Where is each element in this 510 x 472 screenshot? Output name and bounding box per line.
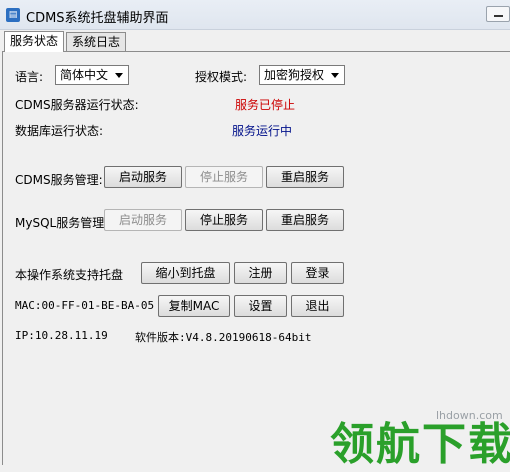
chevron-down-icon	[331, 73, 339, 78]
service-status-panel	[2, 51, 510, 465]
watermark-url: lhdown.com	[436, 409, 503, 422]
auth-mode-label: 授权模式:	[195, 70, 248, 84]
db-status-value: 服务运行中	[232, 124, 293, 138]
title-bar: ▤ CDMS系统托盘辅助界面	[0, 0, 510, 30]
language-select[interactable]: 简体中文	[55, 65, 129, 85]
tab-service-status[interactable]: 服务状态	[4, 31, 65, 52]
language-select-value: 简体中文	[60, 68, 109, 82]
chevron-down-icon	[115, 73, 123, 78]
app-icon: ▤	[6, 8, 20, 22]
mysql-restart-button[interactable]: 重启服务	[266, 209, 344, 231]
register-button[interactable]: 注册	[234, 262, 287, 284]
db-status-label: 数据库运行状态:	[15, 124, 104, 138]
ip-address-text: IP:10.28.11.19	[15, 329, 108, 342]
cdms-restart-button[interactable]: 重启服务	[266, 166, 344, 188]
exit-button[interactable]: 退出	[291, 295, 344, 317]
window-title: CDMS系统托盘辅助界面	[26, 11, 169, 26]
minimize-to-tray-button[interactable]: 缩小到托盘	[141, 262, 230, 284]
mac-address-text: MAC:00-FF-01-BE-BA-05	[15, 299, 155, 312]
settings-button[interactable]: 设置	[234, 295, 287, 317]
mysql-service-label: MySQL服务管理:	[15, 216, 109, 230]
auth-mode-select[interactable]: 加密狗授权	[259, 65, 345, 85]
auth-mode-select-value: 加密狗授权	[264, 68, 325, 82]
language-label: 语言:	[15, 70, 44, 84]
server-status-value: 服务已停止	[235, 98, 296, 112]
cdms-stop-button[interactable]: 停止服务	[185, 166, 263, 188]
software-version-text: 软件版本:V4.8.20190618-64bit	[135, 331, 312, 344]
login-button[interactable]: 登录	[291, 262, 344, 284]
mysql-start-button[interactable]: 启动服务	[104, 209, 182, 231]
mysql-stop-button[interactable]: 停止服务	[185, 209, 263, 231]
minimize-button[interactable]	[486, 6, 510, 22]
tab-system-log[interactable]: 系统日志	[66, 32, 127, 51]
copy-mac-button[interactable]: 复制MAC	[158, 295, 230, 317]
server-status-label: CDMS服务器运行状态:	[15, 98, 139, 112]
tray-support-label: 本操作系统支持托盘	[15, 268, 124, 282]
cdms-start-button[interactable]: 启动服务	[104, 166, 182, 188]
cdms-service-label: CDMS服务管理:	[15, 173, 103, 187]
